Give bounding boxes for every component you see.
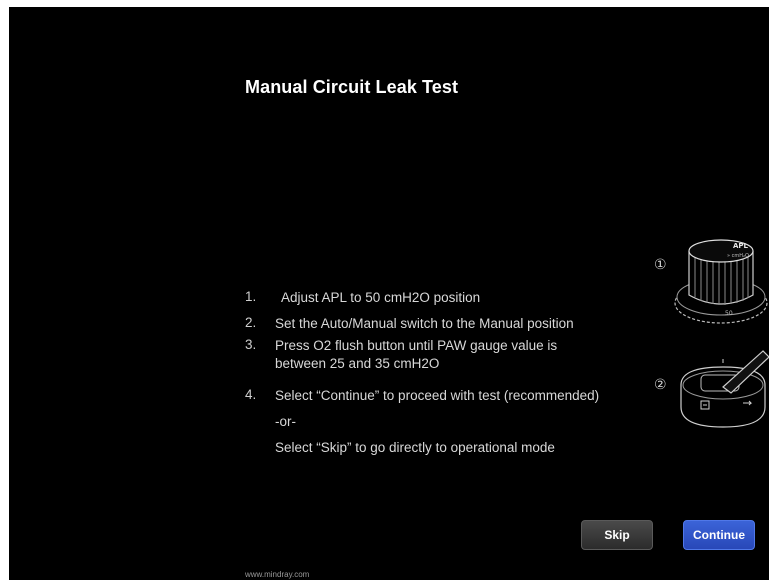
step-marker-1: ① (654, 257, 667, 273)
or-text: -or- (275, 414, 296, 429)
step-number: 3. (245, 337, 257, 352)
page-title: Manual Circuit Leak Test (245, 77, 459, 97)
step-text: Set the Auto/Manual switch to the Manual… (275, 316, 574, 331)
step-number: 4. (245, 387, 257, 402)
leak-test-screen: Manual Circuit Leak Test ① APL » cmH₂O 5… (9, 7, 769, 580)
footer-url: www.mindray.com (245, 570, 310, 579)
auto-manual-switch-icon: ② (654, 350, 769, 428)
apl-knob-icon: ① APL » cmH₂O 50 (654, 239, 768, 324)
step-text-continued: between 25 and 35 cmH2O (275, 356, 440, 371)
switch-illustration: ② (639, 337, 769, 447)
apl-sublabel: » cmH₂O (727, 253, 749, 259)
step-number: 2. (245, 315, 257, 330)
apl-scale-label: 50 (725, 310, 733, 317)
step-text: Adjust APL to 50 cmH2O position (281, 290, 481, 305)
skip-instruction-text: Select “Skip” to go directly to operatio… (275, 440, 555, 455)
apl-label: APL (733, 242, 749, 250)
step-text: Press O2 flush button until PAW gauge va… (275, 338, 558, 353)
continue-button[interactable]: Continue (683, 520, 755, 550)
step-number: 1. (245, 289, 257, 304)
step-text: Select “Continue” to proceed with test (… (275, 388, 600, 403)
skip-button[interactable]: Skip (581, 520, 653, 550)
apl-valve-illustration: ① APL » cmH₂O 50 (639, 217, 769, 332)
step-marker-2: ② (654, 377, 667, 393)
